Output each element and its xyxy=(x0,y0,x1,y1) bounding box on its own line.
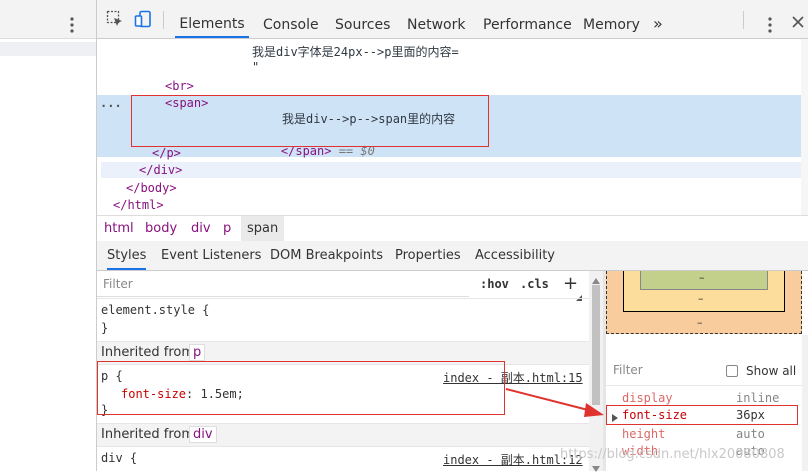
scroll-up-icon[interactable] xyxy=(592,273,600,288)
inspect-element-icon[interactable] xyxy=(106,10,124,28)
tab-dom-breakpoints[interactable]: DOM Breakpoints xyxy=(270,241,383,270)
inherited-label: Inherited from xyxy=(101,427,194,442)
tree-node-html-close[interactable]: </html> xyxy=(113,197,164,213)
inherited-from-div-header: Inherited from div xyxy=(97,423,589,447)
more-actions-icon[interactable]: ... xyxy=(100,95,122,111)
box-margin-value: – xyxy=(697,316,703,329)
box-model-padding: – xyxy=(640,271,768,290)
devtools-toolbar: Elements Console Sources Network Perform… xyxy=(97,0,808,39)
hovered-node-row xyxy=(101,162,801,178)
more-tabs-icon[interactable]: » xyxy=(653,0,663,38)
tab-sources[interactable]: Sources xyxy=(335,0,390,38)
tab-event-listeners[interactable]: Event Listeners xyxy=(161,241,261,270)
hov-toggle[interactable]: :hov xyxy=(480,277,509,291)
computed-pane: – – – Filter Show all display inline fon… xyxy=(606,271,808,471)
toolbar-separator xyxy=(163,11,164,29)
annotation-box-computed xyxy=(606,405,798,425)
computed-scrollbar[interactable] xyxy=(802,335,808,471)
show-all-checkbox[interactable] xyxy=(726,365,738,377)
toolbar-separator xyxy=(743,11,744,29)
tab-performance[interactable]: Performance xyxy=(483,0,572,38)
breadcrumb: html body div p span xyxy=(97,215,808,242)
annotation-box-span xyxy=(131,95,489,147)
styles-filter-input[interactable]: Filter xyxy=(97,274,469,297)
computed-value-height: auto xyxy=(736,427,765,441)
tab-properties[interactable]: Properties xyxy=(395,241,461,270)
tree-node-body-close[interactable]: </body> xyxy=(126,180,177,196)
sidebar-tabs: Styles Event Listeners DOM Breakpoints P… xyxy=(97,241,808,271)
inherited-node-link-div[interactable]: div xyxy=(189,426,217,443)
breadcrumb-body[interactable]: body xyxy=(141,216,181,241)
box-border-value: – xyxy=(698,292,704,305)
tab-console[interactable]: Console xyxy=(263,0,319,38)
inherited-node-link-p[interactable]: p xyxy=(189,344,206,361)
left-panel xyxy=(0,0,97,471)
styles-pane: Filter :hov .cls + element.style { } Inh… xyxy=(97,271,589,471)
breadcrumb-html[interactable]: html xyxy=(100,216,138,241)
kebab-menu-icon[interactable] xyxy=(70,17,74,33)
tab-styles[interactable]: Styles xyxy=(107,241,147,270)
plus-dropdown-icon[interactable] xyxy=(576,290,582,301)
tab-memory[interactable]: Memory xyxy=(583,0,640,38)
left-panel-header xyxy=(0,0,96,39)
annotation-arrow xyxy=(505,388,604,417)
element-style-rule[interactable]: element.style { xyxy=(101,303,209,317)
watermark: https://blog.csdn.net/hlx20080808 xyxy=(560,447,785,462)
tree-node-p-close[interactable]: </p> xyxy=(152,145,181,161)
breadcrumb-p[interactable]: p xyxy=(219,216,235,241)
tree-node-br[interactable]: <br> xyxy=(165,78,194,94)
breadcrumb-span[interactable]: span xyxy=(241,216,285,241)
device-toolbar-icon[interactable] xyxy=(134,10,152,28)
left-panel-highlight xyxy=(0,42,96,56)
computed-prop-display[interactable]: display xyxy=(622,391,673,405)
box-model-border: – – xyxy=(623,271,785,312)
styles-filter-placeholder: Filter xyxy=(103,277,133,291)
box-padding-value: – xyxy=(699,271,705,284)
computed-prop-height[interactable]: height xyxy=(622,427,665,441)
devtools-menu-icon[interactable] xyxy=(768,17,772,33)
breadcrumb-div[interactable]: div xyxy=(187,216,215,241)
cls-toggle[interactable]: .cls xyxy=(520,277,549,291)
element-style-close: } xyxy=(101,321,109,335)
inherited-label: Inherited from xyxy=(101,345,194,360)
show-all-label: Show all xyxy=(746,364,797,378)
rule-selector-div[interactable]: div { xyxy=(101,451,137,465)
computed-value-display: inline xyxy=(736,391,780,405)
elements-tree: 我是div字体是24px-->p里面的内容= " <br> ... <span>… xyxy=(97,39,808,215)
text-node-quote: " xyxy=(252,60,260,74)
tree-node-div-close[interactable]: </div> xyxy=(139,162,182,178)
tab-elements[interactable]: Elements xyxy=(175,0,249,38)
box-model: – – – xyxy=(606,271,802,334)
computed-filter-placeholder: Filter xyxy=(613,363,643,377)
scroll-down-icon[interactable] xyxy=(592,461,600,476)
tree-scrollbar[interactable] xyxy=(801,39,808,215)
tab-accessibility[interactable]: Accessibility xyxy=(475,241,555,270)
computed-filter-input[interactable]: Filter xyxy=(606,359,716,381)
annotation-box-rule xyxy=(97,361,505,415)
text-node[interactable]: 我是div字体是24px-->p里面的内容= xyxy=(252,44,459,60)
tab-network[interactable]: Network xyxy=(407,0,465,38)
close-icon[interactable] xyxy=(792,16,804,28)
styles-scrollbar[interactable] xyxy=(589,271,603,472)
